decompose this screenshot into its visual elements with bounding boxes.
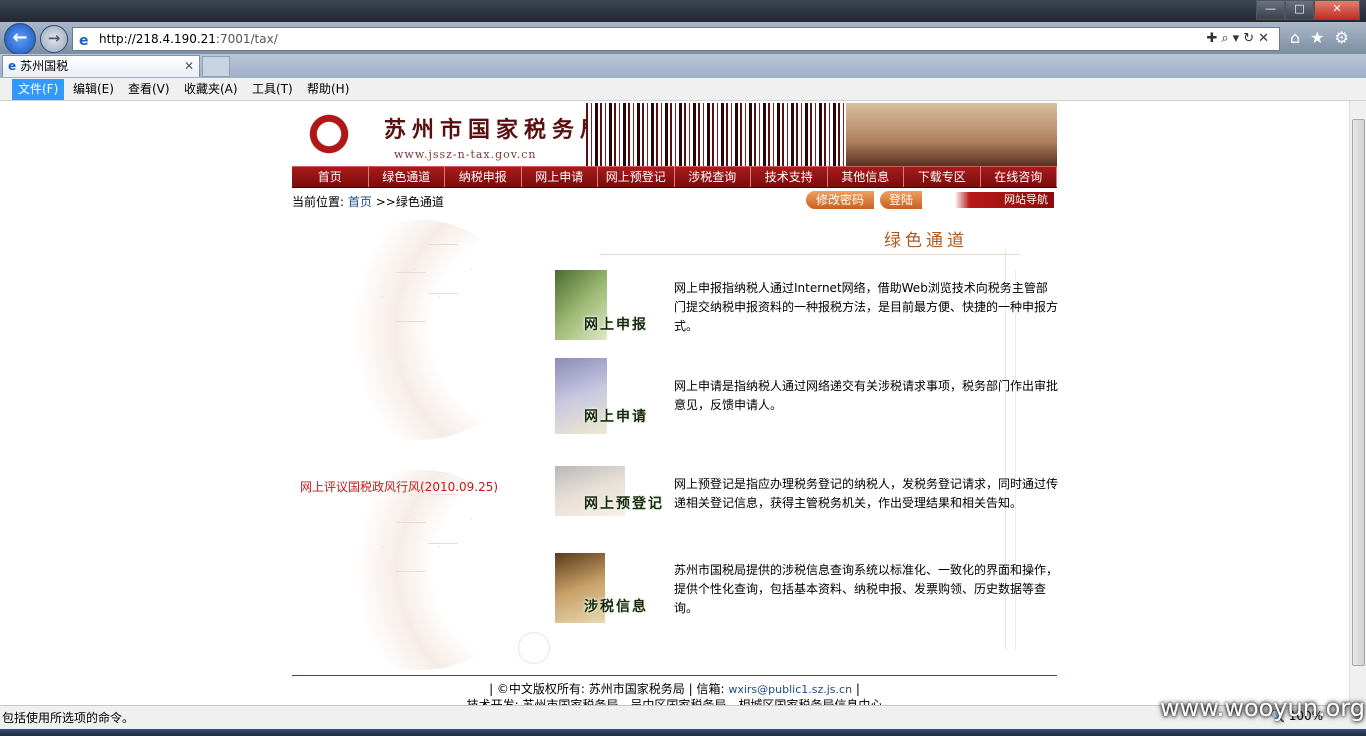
- footer-divider: [292, 675, 1057, 676]
- menu-file[interactable]: 文件(F): [12, 79, 65, 100]
- forward-button[interactable]: →: [40, 25, 68, 53]
- favorites-star-icon[interactable]: ★: [1310, 28, 1334, 47]
- home-icon[interactable]: ⌂: [1290, 28, 1310, 47]
- nav-other-info[interactable]: 其他信息: [828, 167, 904, 187]
- main-nav: 首页 绿色通道 纳税申报 网上申请 网上预登记 涉税查询 技术支持 其他信息 下…: [292, 166, 1057, 188]
- vertical-scrollbar[interactable]: [1349, 101, 1366, 705]
- contact-email-link[interactable]: wxirs@public1.sz.js.cn: [728, 683, 852, 696]
- breadcrumb-home-link[interactable]: 首页: [348, 195, 372, 209]
- nav-tech-support[interactable]: 技术支持: [751, 167, 828, 187]
- copyright-text: | ©中文版权所有: 苏州市国家税务局 | 信箱:: [489, 682, 725, 696]
- section-title: 绿色通道: [884, 231, 968, 251]
- service-tax-info-label[interactable]: 涉税信息: [584, 596, 648, 616]
- scrollbar-thumb[interactable]: [1352, 119, 1365, 666]
- service-online-declaration-label[interactable]: 网上申报: [584, 314, 648, 334]
- service-pre-registration-label[interactable]: 网上预登记: [584, 493, 664, 513]
- menu-view[interactable]: 查看(V): [122, 79, 176, 100]
- menu-favorites[interactable]: 收藏夹(A): [178, 79, 244, 100]
- nav-tax-query[interactable]: 涉税查询: [675, 167, 751, 187]
- window-controls: — □ ✕: [1256, 0, 1360, 20]
- address-tools: ✚⌕▾↻✕: [1206, 28, 1273, 50]
- compat-view-icon[interactable]: ✚: [1206, 31, 1221, 46]
- refresh-icon[interactable]: ↻: [1243, 31, 1258, 46]
- tab-suzhou-tax[interactable]: e 苏州国税 ✕: [2, 55, 200, 77]
- menu-help[interactable]: 帮助(H): [301, 79, 355, 100]
- copyright-end: |: [855, 682, 860, 696]
- os-taskbar: [0, 729, 1366, 736]
- ie-page-icon: e: [79, 33, 89, 49]
- watermark-text: www.wooyun.org: [1160, 694, 1365, 722]
- close-window-button[interactable]: ✕: [1314, 0, 1360, 20]
- tab-title: 苏州国税: [20, 59, 69, 73]
- service-pre-registration-desc: 网上预登记是指应办理税务登记的纳税人，发税务登记请求，同时通过传递相关登记信息，…: [674, 477, 1059, 510]
- url-host: http://218.4.190.21: [99, 32, 216, 46]
- menu-edit[interactable]: 编辑(E): [67, 79, 120, 100]
- new-tab-button[interactable]: [202, 56, 230, 77]
- url-path: :7001/tax/: [215, 32, 278, 46]
- change-password-button[interactable]: 修改密码: [806, 191, 874, 209]
- ie-favicon-icon: e: [8, 59, 17, 73]
- service-online-application-label[interactable]: 网上申请: [584, 406, 648, 426]
- back-button[interactable]: ←: [4, 23, 36, 55]
- minimize-button[interactable]: —: [1256, 0, 1285, 20]
- service-tax-info-desc: 苏州市国税局提供的涉税信息查询系统以标准化、一致化的界面和操作，提供个性化查询，…: [674, 563, 1059, 615]
- decorative-swirl: [310, 220, 530, 440]
- nav-green-channel[interactable]: 绿色通道: [369, 167, 445, 187]
- address-bar[interactable]: e http://218.4.190.21:7001/tax/ ✚⌕▾↻✕: [72, 27, 1280, 51]
- maximize-button[interactable]: □: [1285, 0, 1314, 20]
- nav-tax-declaration[interactable]: 纳税申报: [445, 167, 522, 187]
- nav-pre-registration[interactable]: 网上预登记: [598, 167, 675, 187]
- search-icon[interactable]: ⌕: [1221, 31, 1232, 46]
- site-nav-button[interactable]: 网站导航: [946, 192, 1054, 208]
- footer-tech-credit: 技术开发: 苏州市国家税务局、吴中区国家税务局、相城区国家税务局信息中心: [466, 698, 883, 705]
- online-review-link[interactable]: 网上评议国税政风行风(2010.09.25): [300, 478, 498, 495]
- browser-right-icons: ⌂★⚙: [1290, 28, 1359, 47]
- footer-copyright: | ©中文版权所有: 苏州市国家税务局 | 信箱: wxirs@public1.…: [292, 680, 1057, 697]
- title-divider: [600, 254, 1020, 255]
- banner-barcode-graphic: [586, 103, 846, 166]
- breadcrumb: 当前位置: 首页 >>绿色通道: [292, 193, 444, 210]
- gear-icon[interactable]: ⚙: [1335, 28, 1359, 47]
- nav-home[interactable]: 首页: [292, 167, 369, 187]
- close-tab-icon[interactable]: ✕: [184, 56, 194, 77]
- stop-icon[interactable]: ✕: [1258, 31, 1273, 46]
- tax-emblem-logo: [298, 110, 360, 158]
- banner-building-photo: [846, 103, 1057, 166]
- nav-online-application[interactable]: 网上申请: [522, 167, 598, 187]
- breadcrumb-prefix: 当前位置:: [292, 195, 345, 209]
- service-online-application-desc: 网上申请是指纳税人通过网络递交有关涉税请求事项，税务部门作出审批意见，反馈申请人…: [674, 379, 1059, 412]
- site-url: www.jssz-n-tax.gov.cn: [394, 148, 537, 161]
- dropdown-icon[interactable]: ▾: [1233, 31, 1244, 46]
- breadcrumb-current: >>绿色通道: [375, 195, 444, 209]
- service-online-declaration-desc: 网上申报指纳税人通过Internet网络，借助Web浏览技术向税务主管部门提交纳…: [674, 281, 1059, 333]
- decorative-circle: [518, 632, 550, 664]
- login-button[interactable]: 登陆: [880, 191, 922, 209]
- menu-tools[interactable]: 工具(T): [246, 79, 299, 100]
- arrow-left-icon: ←: [12, 27, 28, 48]
- nav-online-consult[interactable]: 在线咨询: [981, 167, 1057, 187]
- arrow-right-icon: →: [47, 29, 61, 47]
- site-title: 苏州市国家税务局: [384, 117, 609, 143]
- status-text: 包括使用所选项的命令。: [2, 711, 135, 725]
- nav-downloads[interactable]: 下载专区: [904, 167, 981, 187]
